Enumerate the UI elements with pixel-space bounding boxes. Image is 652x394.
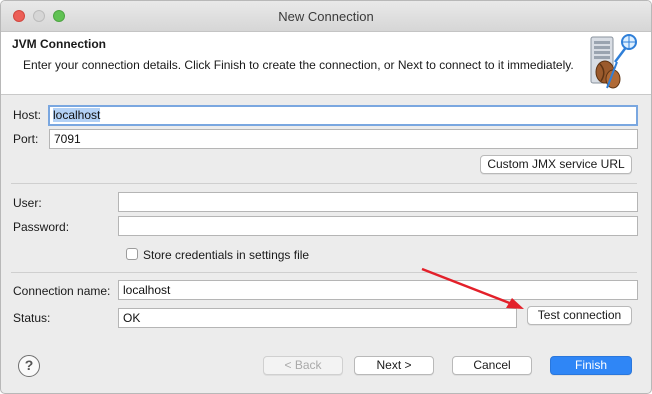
connection-name-label: Connection name: <box>13 284 111 298</box>
password-label: Password: <box>13 220 70 234</box>
custom-jmx-service-url-button[interactable]: Custom JMX service URL <box>480 155 632 174</box>
page-description: Enter your connection details. Click Fin… <box>23 58 574 72</box>
window-title: New Connection <box>278 9 374 24</box>
new-connection-dialog: New Connection JVM Connection Enter your… <box>0 0 652 394</box>
next-button[interactable]: Next > <box>354 356 434 375</box>
back-button[interactable]: < Back <box>263 356 343 375</box>
store-credentials-label: Store credentials in settings file <box>143 248 310 262</box>
store-credentials-checkbox[interactable] <box>126 248 138 260</box>
host-input[interactable]: localhost <box>48 105 638 126</box>
jvm-connection-icon <box>590 34 637 89</box>
host-label: Host: <box>13 108 42 122</box>
connection-name-input[interactable]: localhost <box>118 280 638 300</box>
separator <box>11 183 637 184</box>
page-title: JVM Connection <box>12 37 107 51</box>
host-input-value: localhost <box>53 108 101 122</box>
user-label: User: <box>13 196 42 210</box>
port-input[interactable]: 7091 <box>49 129 638 149</box>
title-bar: New Connection <box>1 1 651 32</box>
cancel-button[interactable]: Cancel <box>452 356 532 375</box>
port-label: Port: <box>13 132 39 146</box>
finish-button[interactable]: Finish <box>550 356 632 375</box>
help-icon[interactable]: ? <box>18 355 40 377</box>
annotation-arrow <box>421 267 524 309</box>
header-banner: JVM Connection Enter your connection det… <box>1 32 651 95</box>
status-label: Status: <box>13 311 51 325</box>
user-input[interactable] <box>118 192 638 212</box>
password-input[interactable] <box>118 216 638 236</box>
test-connection-button[interactable]: Test connection <box>527 306 632 325</box>
separator <box>11 272 637 273</box>
